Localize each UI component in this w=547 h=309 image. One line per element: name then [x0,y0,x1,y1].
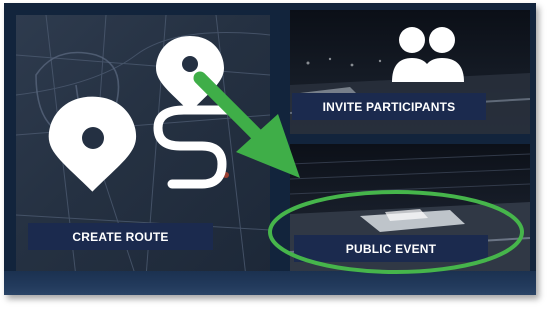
invite-participants-label[interactable]: INVITE PARTICIPANTS [292,93,486,120]
participants-icon [392,27,464,82]
public-event-label[interactable]: PUBLIC EVENT [294,235,488,262]
bottom-strip [4,271,536,295]
create-route-label[interactable]: CREATE ROUTE [28,223,213,250]
